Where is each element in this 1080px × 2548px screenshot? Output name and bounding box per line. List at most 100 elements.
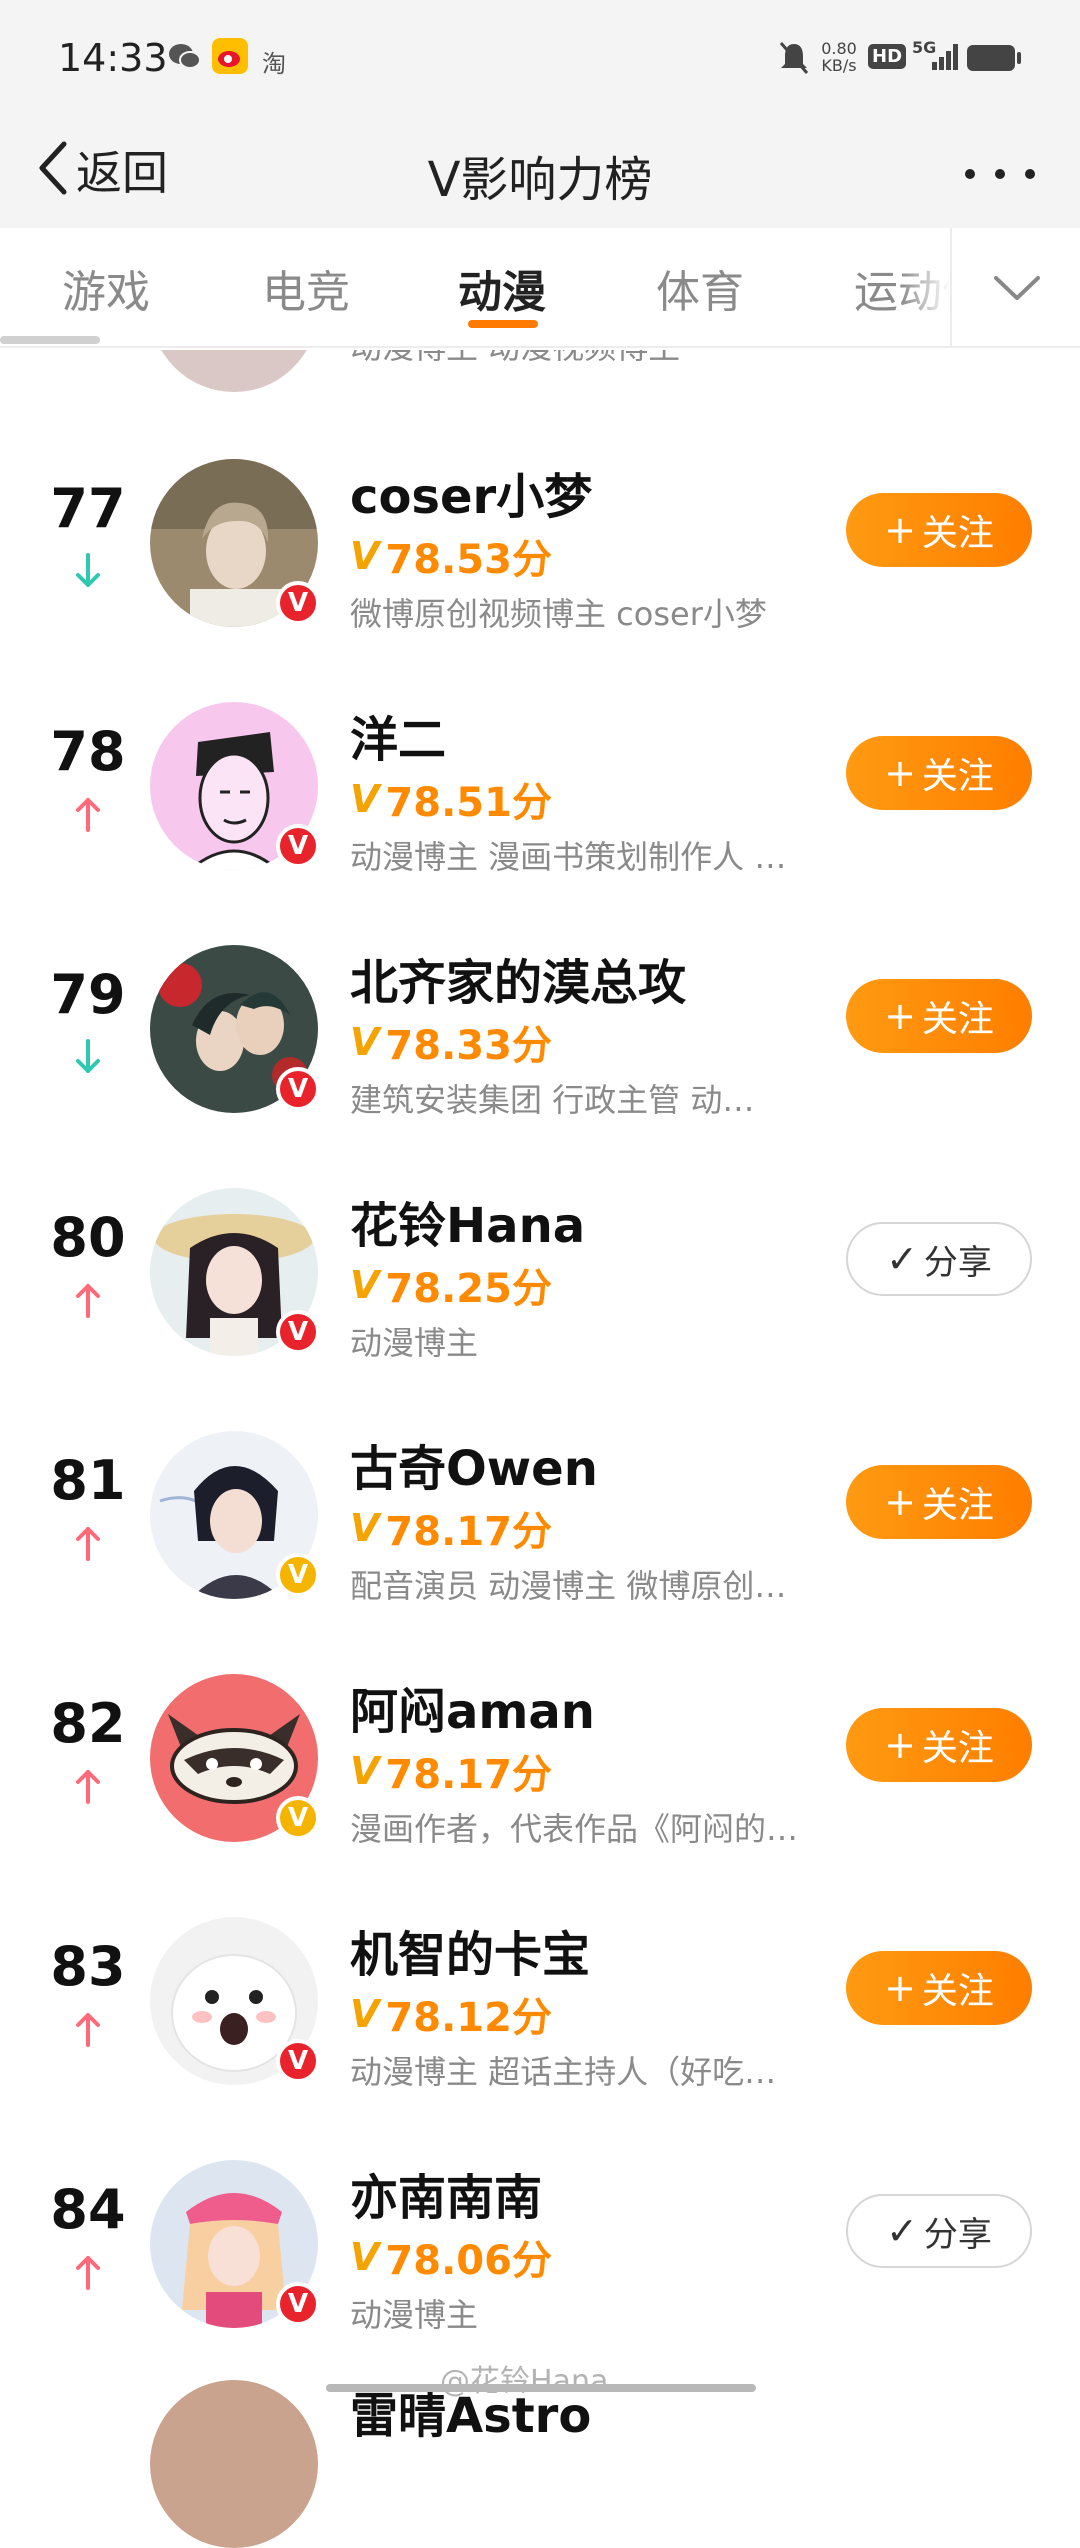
tab-esports[interactable]: 电竞 [262, 256, 350, 320]
verified-badge-icon: V [276, 581, 320, 625]
score-value: 78.25分 [385, 1266, 552, 1312]
user-name[interactable]: 古奇Owen [350, 1429, 598, 1499]
list-item[interactable]: 84 V 亦南南南 V 78.06分 动漫博主 ✓ 分享 [0, 2114, 1080, 2357]
tab-scroll-indicator [0, 336, 100, 344]
user-description: 动漫博主 漫画书策划制作人 … [350, 838, 787, 876]
score-v-icon: V [350, 1263, 380, 1307]
user-name[interactable]: 机智的卡宝 [350, 1915, 590, 1985]
weibo-icon [212, 38, 248, 78]
follow-button[interactable]: + 关注 [846, 1708, 1032, 1782]
battery-icon [966, 44, 1022, 76]
follow-button[interactable]: + 关注 [846, 736, 1032, 810]
taobao-icon: 淘 [262, 50, 286, 78]
tab-games[interactable]: 游戏 [62, 256, 150, 320]
list-item[interactable]: 81 V 古奇Owen V 78.17分 配音演员 动漫博主 微博原创… + 关… [0, 1385, 1080, 1628]
score-value: 78.51分 [385, 780, 552, 826]
category-tabs: 游戏 电竞 动漫 体育 运动健 [0, 228, 1080, 348]
plus-icon: + [884, 1723, 916, 1767]
follow-button[interactable]: + 关注 [846, 979, 1032, 1053]
home-indicator[interactable] [326, 2384, 756, 2392]
list-item[interactable]: 80 V 花铃Hana V 78.25分 动漫博主 ✓ 分享 [0, 1142, 1080, 1385]
trend-down-icon [76, 553, 100, 587]
follow-label: 关注 [921, 999, 994, 1040]
user-name[interactable]: 北齐家的漠总攻 [350, 943, 686, 1013]
rank-number: 82 [50, 1692, 126, 1755]
more-dots-icon [965, 169, 1035, 179]
follow-label: 关注 [921, 1971, 994, 2012]
trend-up-icon [76, 1284, 100, 1318]
rank-number: 83 [50, 1935, 126, 1998]
score: V 78.33分 [350, 1013, 552, 1071]
verified-badge-icon: V [276, 824, 320, 868]
user-name[interactable]: coser小梦 [350, 457, 592, 527]
plus-icon: + [884, 1480, 916, 1524]
verified-badge-icon: V [276, 2282, 320, 2326]
signal-icon: 5G [912, 38, 958, 78]
list-item[interactable]: 79 V 北齐家的漠总攻 V 78.33分 建筑安装集团 行政主管 动… + 关… [0, 899, 1080, 1142]
list-item[interactable]: 77 V coser小梦 V 78.53分 微博原创视频博主 coser小梦 +… [0, 413, 1080, 656]
ranking-list: 动漫博主 动漫视频博主 77 V coser小梦 V 78.53分 微博原创视频… [0, 350, 1080, 2400]
plus-icon: + [884, 751, 916, 795]
list-item[interactable]: 78 V 洋二 V 78.51分 动漫博主 漫画书策划制作人 … + 关注 [0, 656, 1080, 899]
hd-icon: HD [868, 44, 907, 69]
user-description: 微博原创视频博主 coser小梦 [350, 595, 767, 633]
tab-sports[interactable]: 体育 [656, 256, 744, 320]
share-button[interactable]: ✓ 分享 [846, 2194, 1032, 2268]
user-name[interactable]: 花铃Hana [350, 1186, 585, 1256]
page-header: 返回 V影响力榜 [0, 120, 1080, 228]
score-value: 78.17分 [385, 1509, 552, 1555]
score: V 78.53分 [350, 527, 552, 585]
expand-tabs-button[interactable] [950, 228, 1080, 346]
mute-bell-icon [778, 40, 810, 80]
tab-anime[interactable]: 动漫 [458, 256, 546, 320]
watermark: @花铃Hana [440, 2364, 609, 2399]
score-value: 78.12分 [385, 1995, 552, 2041]
trend-up-icon [76, 1527, 100, 1561]
rank-number: 84 [50, 2178, 126, 2241]
trend-up-icon [76, 1770, 100, 1804]
avatar [150, 2380, 318, 2548]
score: V 78.17分 [350, 1499, 552, 1557]
more-options-button[interactable] [960, 154, 1040, 194]
score-v-icon: V [350, 777, 380, 821]
net-speed: 0.80 KB/s [818, 40, 860, 74]
chevron-down-icon [994, 276, 1040, 300]
trend-up-icon [76, 798, 100, 832]
rank-number: 77 [50, 477, 126, 540]
score: V 78.17分 [350, 1742, 552, 1800]
share-label: 分享 [923, 2214, 992, 2255]
share-button[interactable]: ✓ 分享 [846, 1222, 1032, 1296]
follow-label: 关注 [921, 513, 994, 554]
score: V 78.12分 [350, 1985, 552, 2043]
list-item[interactable]: 82 V 阿闷aman V 78.17分 漫画作者，代表作品《阿闷的… + 关注 [0, 1628, 1080, 1871]
user-name[interactable]: 洋二 [350, 700, 446, 770]
rank-number: 79 [50, 963, 126, 1026]
rank-number: 80 [50, 1206, 126, 1269]
net-speed-unit: KB/s [821, 56, 857, 75]
follow-label: 关注 [921, 1728, 994, 1769]
verified-badge-icon: V [276, 2039, 320, 2083]
plus-icon: + [884, 1966, 916, 2010]
verified-badge-icon: V [276, 1067, 320, 1111]
score-value: 78.53分 [385, 537, 552, 583]
plus-icon: + [884, 994, 916, 1038]
score-v-icon: V [350, 534, 380, 578]
user-description: 配音演员 动漫博主 微博原创… [350, 1567, 787, 1605]
follow-button[interactable]: + 关注 [846, 1951, 1032, 2025]
score-value: 78.17分 [385, 1752, 552, 1798]
trend-down-icon [76, 1039, 100, 1073]
user-name[interactable]: 亦南南南 [350, 2158, 542, 2228]
score-v-icon: V [350, 1506, 380, 1550]
score-v-icon: V [350, 2235, 380, 2279]
user-description: 动漫博主 [350, 2296, 479, 2334]
user-name[interactable]: 阿闷aman [350, 1672, 595, 1742]
verified-badge-icon: V [276, 1796, 320, 1840]
list-item-partial[interactable]: 动漫博主 动漫视频博主 [0, 350, 1080, 392]
follow-button[interactable]: + 关注 [846, 1465, 1032, 1539]
verified-badge-icon: V [276, 1310, 320, 1354]
follow-button[interactable]: + 关注 [846, 493, 1032, 567]
user-description: 动漫博主 超话主持人（好吃… [350, 2053, 777, 2091]
active-tab-indicator [468, 320, 538, 328]
checkmark-icon: ✓ [886, 2209, 918, 2253]
list-item[interactable]: 83 V 机智的卡宝 V 78.12分 动漫博主 超话主持人（好吃… + 关注 [0, 1871, 1080, 2114]
